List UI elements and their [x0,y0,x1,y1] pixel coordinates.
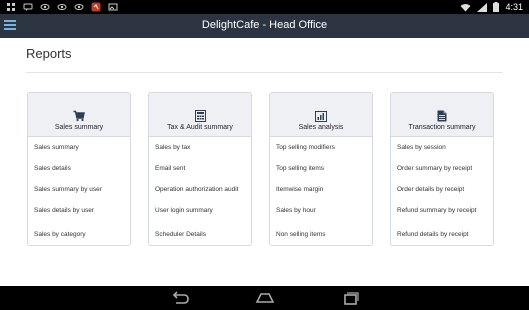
title-divider [26,72,503,73]
report-link[interactable]: Top selling items [270,158,372,179]
app-bar: DelightCafe - Head Office [0,14,529,38]
eye-icon [57,4,67,10]
cart-icon [28,109,130,122]
eye-icon [74,4,84,10]
bar-chart-icon [270,109,372,122]
app-red-icon [91,2,101,12]
report-link[interactable]: Top selling modifiers [270,137,372,158]
report-list: Sales summary Sales details Sales summar… [28,137,130,242]
card-title: Tax & Audit summary [167,124,233,131]
card-header: Sales analysis [270,93,372,137]
card-title: Transaction summary [408,124,476,131]
wifi-icon [460,3,471,11]
system-nav-bar [0,286,529,310]
recent-apps-icon[interactable] [340,291,360,305]
back-icon[interactable] [170,291,190,305]
page-title: Reports [26,46,72,61]
report-link[interactable]: Sales details by user [28,200,130,221]
report-link[interactable]: Operation authorization audit [149,179,251,200]
notification-icons [6,2,118,12]
card-tax-audit-summary: Tax & Audit summary Sales by tax Email s… [148,92,252,246]
main-content: Reports Sales summary Sales summary Sale… [0,38,529,286]
eye-icon [40,4,50,10]
battery-icon [493,2,500,12]
report-link[interactable]: Sales by category [28,221,130,242]
card-header: Transaction summary [391,93,493,137]
system-status: 4:31 [460,0,523,14]
card-sales-summary: Sales summary Sales summary Sales detail… [27,92,131,246]
report-link[interactable]: Order summary by receipt [391,158,493,179]
report-link[interactable]: Refund details by receipt [391,221,493,242]
signal-icon [477,2,488,12]
card-header: Tax & Audit summary [149,93,251,137]
report-link[interactable]: Scheduler Details [149,221,251,242]
report-link[interactable]: Sales by session [391,137,493,158]
report-link[interactable]: Order details by receipt [391,179,493,200]
card-title: Sales analysis [298,124,344,131]
card-title: Sales summary [54,124,104,131]
card-sales-analysis: Sales analysis Top selling modifiers Top… [269,92,373,246]
message-icon [23,3,33,11]
calculator-icon [149,109,251,122]
report-list: Sales by session Order summary by receip… [391,137,493,242]
status-bar: 4:31 [0,0,529,14]
report-link[interactable]: Email sent [149,158,251,179]
report-link[interactable]: Refund summary by receipt [391,200,493,221]
home-icon[interactable] [255,291,275,305]
report-link[interactable]: Sales summary [28,137,130,158]
report-list: Sales by tax Email sent Operation author… [149,137,251,242]
app-title: DelightCafe - Head Office [201,19,328,31]
clock: 4:31 [505,2,523,12]
report-link[interactable]: User login summary [149,200,251,221]
report-link[interactable]: Sales by tax [149,137,251,158]
card-header: Sales summary [28,93,130,137]
report-link[interactable]: Itemwise margin [270,179,372,200]
card-transaction-summary: Transaction summary Sales by session Ord… [390,92,494,246]
report-link[interactable]: Non selling items [270,221,372,242]
document-icon [391,109,493,122]
report-link[interactable]: Sales summary by user [28,179,130,200]
report-link[interactable]: Sales by hour [270,200,372,221]
photo-icon [108,3,118,11]
report-link[interactable]: Sales details [28,158,130,179]
grid-icon [7,3,15,11]
report-list: Top selling modifiers Top selling items … [270,137,372,242]
